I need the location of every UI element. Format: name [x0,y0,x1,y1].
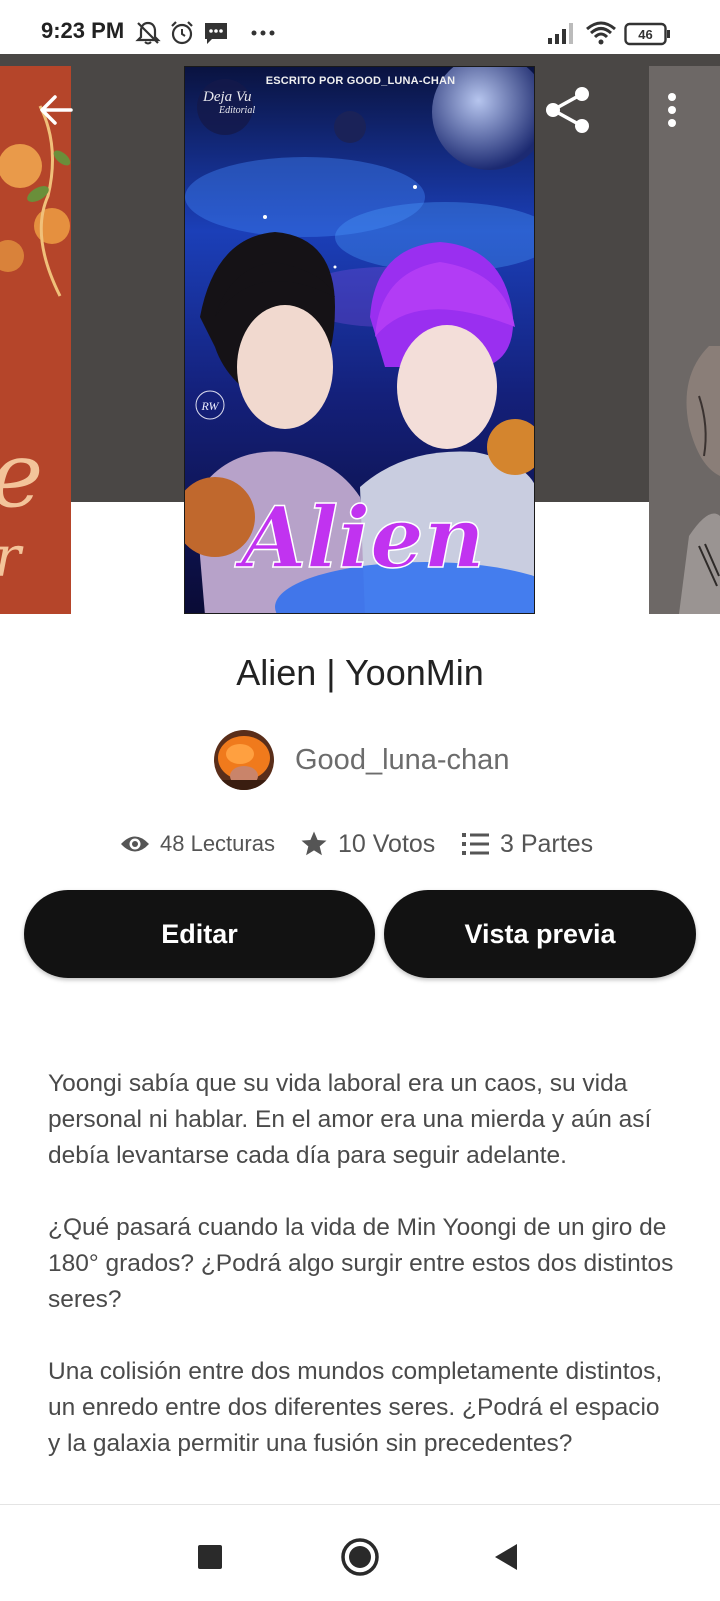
list-icon [462,833,489,855]
parts-stat: 3 Partes [462,826,593,862]
story-title: Alien | YoonMin [236,652,484,693]
preview-button[interactable]: Vista previa [384,890,696,978]
signal-icon [547,20,577,50]
story-stats: 48 Lecturas 10 Votos 3 Partes [0,826,720,862]
more-notifications-icon [250,20,278,50]
reads-stat: 48 Lecturas [120,826,275,862]
reads-count: 48 Lecturas [160,831,275,856]
home-circle-icon [341,1538,379,1576]
arrow-left-icon [40,95,73,125]
more-vertical-icon [668,93,676,127]
story-description: Yoongi sabía que su vida laboral era un … [48,1066,678,1498]
cover-publisher-sub: Editorial [219,105,256,116]
system-navigation-bar [0,1504,720,1601]
story-cover[interactable]: Alien RW ESCRITO POR GOOD_LUNA-CHAN Deja… [184,66,535,614]
cover-credit: ESCRITO POR GOOD_LUNA-CHAN [265,75,456,87]
cover-publisher: Deja Vu Editorial [203,89,256,117]
cover-title-art: Alien [234,488,485,587]
eye-icon [121,836,149,852]
status-time: 9:23 PM [41,18,125,43]
back-button[interactable] [26,80,86,140]
author-name: Good_luna-chan [295,743,510,776]
battery-level: 46 [638,27,652,42]
svg-text:RW: RW [200,399,219,413]
edit-button[interactable]: Editar [24,890,375,978]
svg-text:r: r [0,525,24,590]
recents-square-icon [198,1545,222,1569]
battery-icon: 46 [624,22,672,50]
votes-count: 10 Votos [338,829,436,858]
share-button[interactable] [538,80,598,140]
votes-stat: 10 Votos [300,826,435,862]
star-icon [301,831,327,856]
recents-button[interactable] [186,1533,234,1581]
description-paragraph: Yoongi sabía que su vida laboral era un … [48,1070,652,1169]
avatar [214,730,274,790]
back-nav-button[interactable] [482,1533,530,1581]
wifi-icon [585,20,617,50]
cover-publisher-name: Deja Vu [203,89,252,105]
notifications-muted-icon [135,20,161,50]
share-icon [546,87,589,133]
home-button[interactable] [336,1533,384,1581]
back-triangle-icon [495,1544,517,1570]
author-link[interactable]: Good_luna-chan [214,730,509,790]
alarm-icon [169,20,195,50]
parts-count: 3 Partes [500,829,594,858]
message-icon [203,20,229,50]
description-paragraph: Una colisión entre dos mundos completame… [48,1358,663,1457]
next-story-cover[interactable] [649,66,720,614]
more-menu-button[interactable] [643,80,701,140]
description-paragraph: ¿Qué pasará cuando la vida de Min Yoongi… [48,1214,674,1313]
previous-story-cover[interactable]: e r [0,66,71,614]
svg-text:e: e [0,423,43,528]
